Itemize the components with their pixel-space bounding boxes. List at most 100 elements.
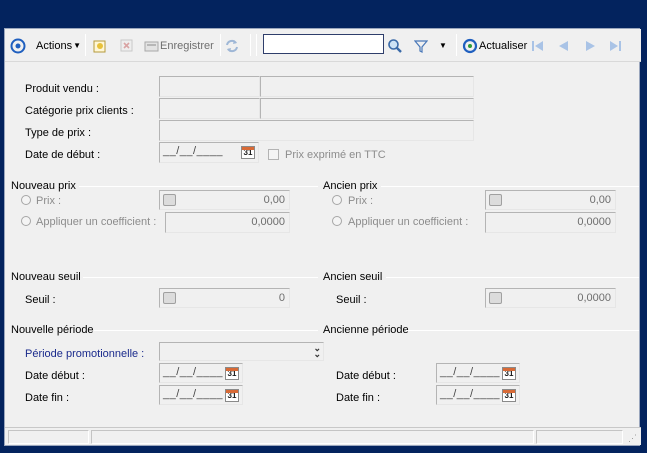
categorie-prix-label: Catégorie prix clients : — [25, 105, 134, 117]
delete-button[interactable] — [120, 29, 134, 62]
status-cell-1 — [8, 430, 89, 444]
nouveau-coef-value: 0,0000 — [251, 216, 285, 228]
sync-icon — [226, 39, 238, 52]
next-icon — [586, 40, 595, 51]
ancienne-date-debut-label: Date début : — [336, 370, 396, 382]
nouvelle-date-debut-label: Date début : — [25, 370, 85, 382]
categorie-prix-name-field[interactable] — [260, 98, 474, 119]
new-button[interactable] — [93, 29, 107, 62]
periode-promotionnelle-label: Période promotionnelle : — [25, 348, 145, 360]
ancienne-date-fin-value: __/__/____ — [440, 388, 501, 400]
filter-dropdown-button[interactable]: ▼ — [439, 29, 447, 62]
first-icon — [532, 40, 543, 51]
ancienne-date-fin-label: Date fin : — [336, 392, 381, 404]
nouvelle-date-fin-label: Date fin : — [25, 392, 70, 404]
calendar-icon[interactable]: 31 — [225, 389, 239, 402]
next-record-button[interactable] — [585, 29, 597, 62]
nouvelle-date-fin-value: __/__/____ — [163, 388, 224, 400]
nouveau-seuil-label: Seuil : — [25, 294, 56, 306]
nouveau-prix-field[interactable]: 0,00 — [159, 190, 290, 210]
last-record-button[interactable] — [609, 29, 623, 62]
filter-button[interactable] — [414, 29, 428, 62]
last-icon — [610, 40, 621, 51]
spin-button-icon[interactable] — [163, 292, 176, 304]
ancien-prix-field[interactable]: 0,00 — [485, 190, 616, 210]
ancien-seuil-label: Seuil : — [336, 294, 367, 306]
delete-icon — [120, 39, 133, 51]
save-button[interactable]: Enregistrer — [144, 29, 214, 62]
resize-grip-icon[interactable]: ⋰ — [628, 433, 637, 444]
ancien-coef-field[interactable]: 0,0000 — [485, 212, 616, 233]
categorie-prix-code-field[interactable] — [159, 98, 260, 119]
produit-vendu-label: Produit vendu : — [25, 83, 99, 95]
search-button[interactable] — [387, 29, 403, 62]
refresh-button[interactable]: Actualiser — [462, 29, 527, 62]
first-record-button[interactable] — [531, 29, 545, 62]
ancien-coef-label: Appliquer un coefficient : — [348, 216, 469, 228]
toolbar: Actions ▼ Enregistrer ▼ Actualiser — [5, 29, 641, 62]
ancien-prix-value: 0,00 — [589, 194, 611, 206]
calendar-icon[interactable]: 31 — [241, 146, 255, 159]
search-input[interactable] — [263, 34, 384, 54]
caret-down-icon: ▼ — [439, 41, 447, 50]
nouveau-prix-value: 0,00 — [263, 194, 285, 206]
nouveau-seuil-value: 0 — [278, 292, 285, 304]
nouveau-coef-field[interactable]: 0,0000 — [165, 212, 290, 233]
ancien-prix-radio[interactable] — [332, 195, 342, 205]
calendar-icon[interactable]: 31 — [502, 389, 516, 402]
type-prix-field[interactable] — [159, 120, 474, 141]
date-debut-label: Date de début : — [25, 149, 101, 161]
nouvelle-date-debut-value: __/__/____ — [163, 366, 224, 378]
ancien-seuil-title: Ancien seuil — [323, 271, 383, 283]
nouvelle-periode-title: Nouvelle période — [11, 324, 94, 336]
actions-label: Actions — [36, 39, 73, 52]
calendar-icon[interactable]: 31 — [502, 367, 516, 380]
nouveau-coef-radio[interactable] — [21, 216, 31, 226]
nouveau-prix-label: Prix : — [36, 195, 62, 207]
spin-button-icon[interactable] — [163, 194, 176, 206]
nouveau-prix-radio[interactable] — [21, 195, 31, 205]
spin-button-icon[interactable] — [489, 292, 502, 304]
save-label: Enregistrer — [160, 39, 214, 52]
search-icon — [388, 38, 402, 53]
ancienne-date-debut-value: __/__/____ — [440, 366, 501, 378]
periode-promotionnelle-select[interactable]: ⌄ ⌄ — [159, 342, 324, 361]
ancienne-date-fin-field[interactable]: __/__/____ 31 — [436, 385, 520, 405]
ancien-coef-value: 0,0000 — [577, 216, 611, 228]
nouveau-coef-label: Appliquer un coefficient : — [36, 216, 157, 228]
status-cell-2 — [91, 430, 534, 444]
ancien-seuil-value: 0,0000 — [577, 292, 611, 304]
date-debut-field[interactable]: __/__/____ 31 — [159, 142, 259, 163]
spin-button-icon[interactable] — [489, 194, 502, 206]
produit-vendu-code-field[interactable] — [159, 76, 260, 97]
save-icon — [144, 41, 159, 51]
sync-button[interactable] — [224, 29, 240, 62]
new-document-icon — [93, 40, 106, 52]
calendar-icon[interactable]: 31 — [225, 367, 239, 380]
nouvelle-date-debut-field[interactable]: __/__/____ 31 — [159, 363, 243, 383]
previous-icon — [559, 40, 568, 51]
ancien-seuil-field[interactable]: 0,0000 — [485, 288, 616, 308]
prix-ttc-checkbox[interactable] — [268, 149, 279, 160]
nouveau-seuil-field[interactable]: 0 — [159, 288, 290, 308]
prix-ttc-label: Prix exprimé en TTC — [285, 149, 386, 161]
nouveau-prix-title: Nouveau prix — [11, 180, 76, 192]
filter-icon — [414, 39, 428, 53]
status-cell-3 — [536, 430, 623, 444]
price-form-window: Actions ▼ Enregistrer ▼ Actualiser Produ… — [4, 28, 641, 446]
nouvelle-date-fin-field[interactable]: __/__/____ 31 — [159, 385, 243, 405]
nouveau-seuil-title: Nouveau seuil — [11, 271, 81, 283]
double-chevron-down-icon[interactable]: ⌄ ⌄ — [313, 344, 321, 359]
refresh-label: Actualiser — [479, 39, 528, 52]
ancienne-date-debut-field[interactable]: __/__/____ 31 — [436, 363, 520, 383]
type-prix-label: Type de prix : — [25, 127, 92, 139]
produit-vendu-name-field[interactable] — [260, 76, 474, 97]
actions-menu-button[interactable]: Actions ▼ — [10, 29, 81, 62]
previous-record-button[interactable] — [557, 29, 569, 62]
refresh-icon — [462, 38, 478, 53]
chevron-down-icon: ▼ — [73, 41, 81, 50]
ancienne-periode-title: Ancienne période — [323, 324, 409, 336]
ancien-prix-title: Ancien prix — [323, 180, 378, 192]
status-bar: ⋰ — [5, 427, 641, 445]
ancien-coef-radio[interactable] — [332, 216, 342, 226]
